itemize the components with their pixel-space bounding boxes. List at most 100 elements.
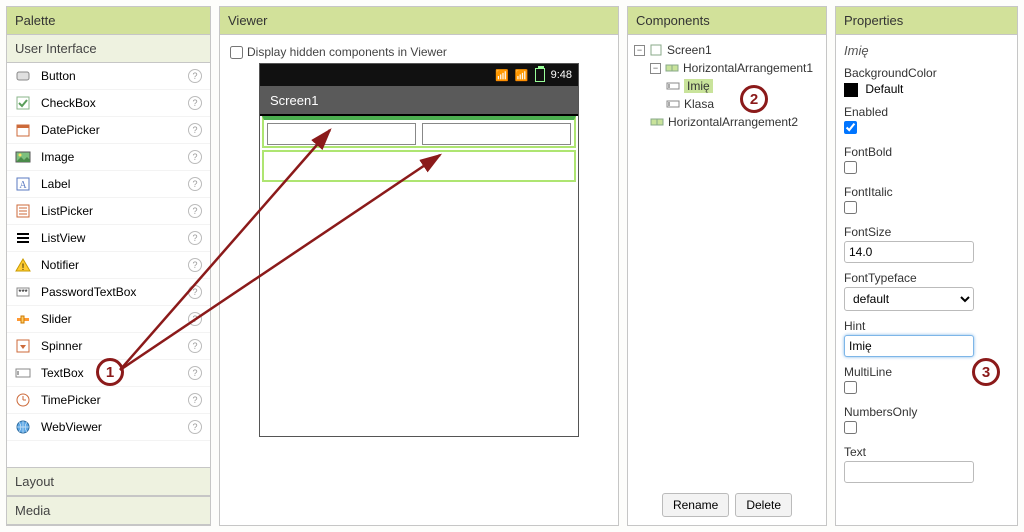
palette-item-label: WebViewer — [41, 420, 102, 434]
device-canvas[interactable] — [260, 116, 578, 436]
display-hidden-checkbox[interactable] — [230, 46, 243, 59]
prop-label-text: Text — [844, 445, 1009, 459]
palette-item-label[interactable]: A Label ? — [7, 171, 210, 198]
palette-category-media[interactable]: Media — [7, 496, 210, 525]
delete-button[interactable]: Delete — [735, 493, 792, 517]
notifier-icon: ! — [15, 257, 31, 273]
help-icon[interactable]: ? — [188, 204, 202, 218]
palette-item-spinner[interactable]: Spinner ? — [7, 333, 210, 360]
viewer-header: Viewer — [220, 7, 618, 35]
tree-node-harr2[interactable]: HorizontalArrangement2 — [650, 113, 820, 131]
prop-fontitalic-checkbox[interactable] — [844, 201, 857, 214]
tree-node-imie[interactable]: Imię — [666, 77, 820, 95]
palette-item-label: Slider — [41, 312, 72, 326]
help-icon[interactable]: ? — [188, 393, 202, 407]
palette-item-label: Button — [41, 69, 76, 83]
palette-item-label: Spinner — [41, 339, 82, 353]
prop-fontbold-checkbox[interactable] — [844, 161, 857, 174]
prop-label-hint: Hint — [844, 319, 1009, 333]
palette-item-listview[interactable]: ListView ? — [7, 225, 210, 252]
palette-item-webviewer[interactable]: WebViewer ? — [7, 414, 210, 441]
palette-category-ui[interactable]: User Interface — [7, 35, 210, 63]
signal-icon: 📶 — [515, 69, 529, 82]
palette-item-timepicker[interactable]: TimePicker ? — [7, 387, 210, 414]
tree-node-label: Screen1 — [667, 43, 712, 57]
palette-item-label: Notifier — [41, 258, 79, 272]
rename-button[interactable]: Rename — [662, 493, 729, 517]
palette-item-datepicker[interactable]: DatePicker ? — [7, 117, 210, 144]
palette-item-password[interactable]: *** PasswordTextBox ? — [7, 279, 210, 306]
label-icon: A — [15, 176, 31, 192]
datepicker-icon — [15, 122, 31, 138]
help-icon[interactable]: ? — [188, 123, 202, 137]
textbox-imie[interactable] — [267, 123, 416, 145]
help-icon[interactable]: ? — [188, 339, 202, 353]
prop-label-numbersonly: NumbersOnly — [844, 405, 1009, 419]
help-icon[interactable]: ? — [188, 231, 202, 245]
palette-item-label: ListView — [41, 231, 85, 245]
help-icon[interactable]: ? — [188, 258, 202, 272]
textbox-klasa[interactable] — [422, 123, 571, 145]
prop-fonttypeface-select[interactable]: default — [844, 287, 974, 311]
tree-node-klasa[interactable]: Klasa — [666, 95, 820, 113]
svg-text:!: ! — [22, 262, 25, 272]
webviewer-icon — [15, 419, 31, 435]
palette-item-label: DatePicker — [41, 123, 100, 137]
textbox-icon — [666, 79, 680, 93]
palette-item-listpicker[interactable]: ListPicker ? — [7, 198, 210, 225]
horizontal-arrangement-2[interactable] — [262, 150, 576, 182]
help-icon[interactable]: ? — [188, 420, 202, 434]
palette-list: Button ? CheckBox ? DatePicker ? Image ? — [7, 63, 210, 467]
palette-item-label: PasswordTextBox — [41, 285, 136, 299]
help-icon[interactable]: ? — [188, 312, 202, 326]
components-header: Components — [628, 7, 826, 35]
wifi-icon — [495, 69, 509, 82]
prop-multiline-checkbox[interactable] — [844, 381, 857, 394]
palette-item-label: TimePicker — [41, 393, 101, 407]
components-hscrollbar[interactable] — [634, 471, 820, 485]
tree-node-label: Klasa — [684, 97, 714, 111]
listpicker-icon — [15, 203, 31, 219]
palette-item-image[interactable]: Image ? — [7, 144, 210, 171]
prop-numbersonly-checkbox[interactable] — [844, 421, 857, 434]
checkbox-icon — [15, 95, 31, 111]
prop-hint-input[interactable] — [844, 335, 974, 357]
help-icon[interactable]: ? — [188, 96, 202, 110]
palette-item-notifier[interactable]: ! Notifier ? — [7, 252, 210, 279]
display-hidden-toggle[interactable]: Display hidden components in Viewer — [230, 45, 608, 59]
palette-header: Palette — [7, 7, 210, 35]
palette-item-button[interactable]: Button ? — [7, 63, 210, 90]
expand-toggle-icon[interactable]: − — [634, 45, 645, 56]
help-icon[interactable]: ? — [188, 150, 202, 164]
properties-component-name: Imię — [844, 43, 1009, 58]
display-hidden-label: Display hidden components in Viewer — [247, 45, 447, 59]
prop-label-bgcolor: BackgroundColor — [844, 66, 1009, 80]
prop-label-fontitalic: FontItalic — [844, 185, 1009, 199]
slider-icon — [15, 311, 31, 327]
horizontal-arrangement-1[interactable] — [262, 116, 576, 148]
palette-item-textbox[interactable]: TextBox ? — [7, 360, 210, 387]
app-title: Screen1 — [270, 93, 318, 108]
textbox-icon — [15, 365, 31, 381]
help-icon[interactable]: ? — [188, 285, 202, 299]
prop-label-fontbold: FontBold — [844, 145, 1009, 159]
prop-enabled-checkbox[interactable] — [844, 121, 857, 134]
prop-label-enabled: Enabled — [844, 105, 1009, 119]
tree-node-label: HorizontalArrangement1 — [683, 61, 813, 75]
prop-fontsize-input[interactable] — [844, 241, 974, 263]
tree-node-screen1[interactable]: − Screen1 — [634, 41, 820, 59]
harr-icon — [650, 115, 664, 129]
help-icon[interactable]: ? — [188, 69, 202, 83]
palette-item-label: Label — [41, 177, 70, 191]
palette-item-label: ListPicker — [41, 204, 93, 218]
prop-text-input[interactable] — [844, 461, 974, 483]
palette-item-slider[interactable]: Slider ? — [7, 306, 210, 333]
prop-bgcolor[interactable]: Default — [844, 82, 1009, 97]
tree-node-harr1[interactable]: − HorizontalArrangement1 — [650, 59, 820, 77]
palette-item-checkbox[interactable]: CheckBox ? — [7, 90, 210, 117]
help-icon[interactable]: ? — [188, 366, 202, 380]
expand-toggle-icon[interactable]: − — [650, 63, 661, 74]
palette-category-layout[interactable]: Layout — [7, 467, 210, 496]
help-icon[interactable]: ? — [188, 177, 202, 191]
app-title-bar: Screen1 — [260, 86, 578, 114]
